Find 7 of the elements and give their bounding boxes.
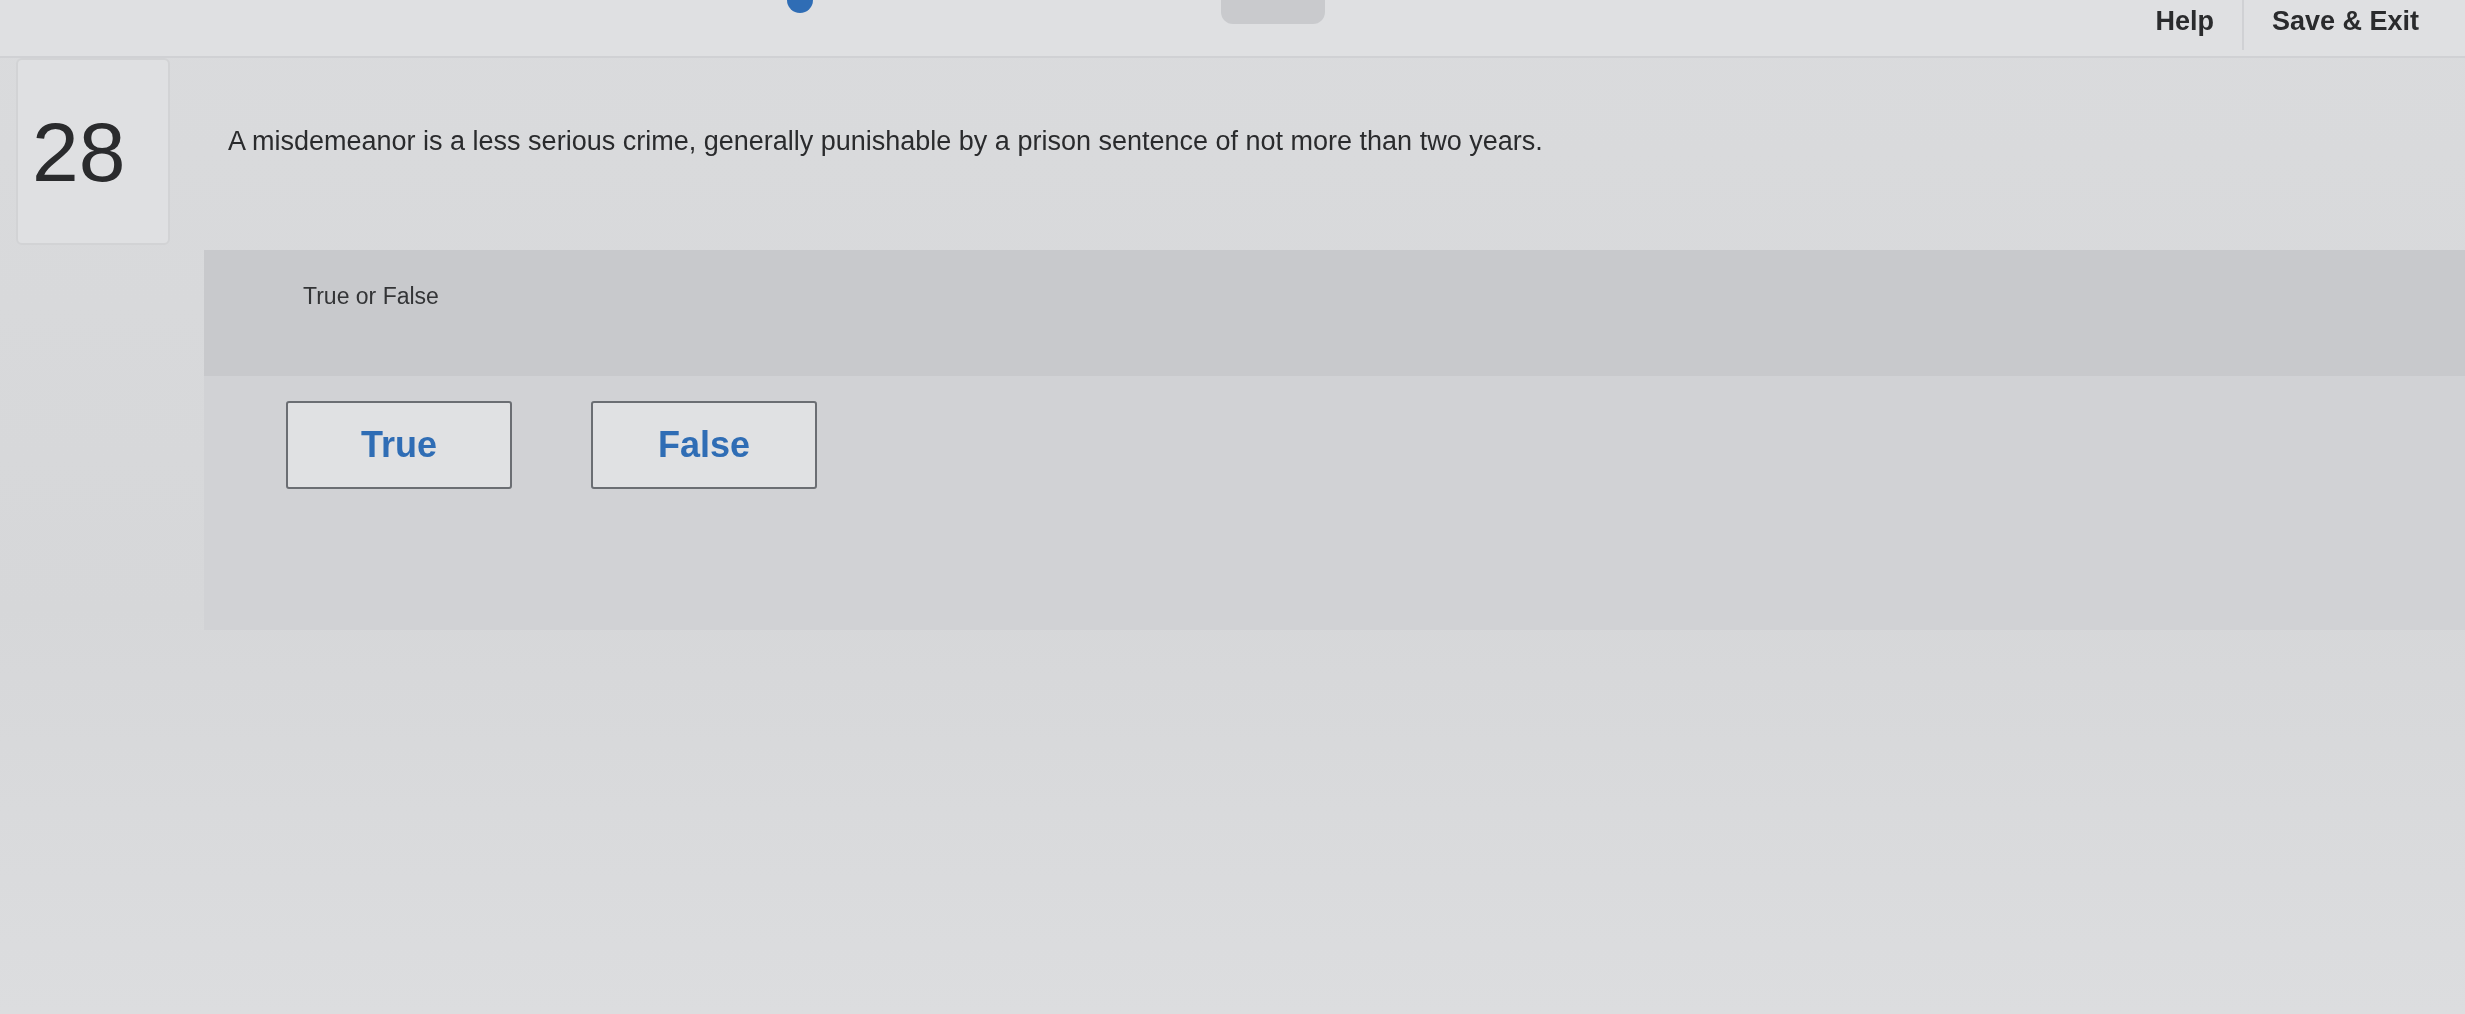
answer-button[interactable]: False [591, 401, 817, 489]
question-text: A misdemeanor is a less serious crime, generally punishable by a prison sentence of not more than two years. [228, 125, 1543, 158]
question-type-label: True or False [303, 282, 439, 311]
save-exit-link[interactable]: Save & Exit [2243, 0, 2447, 38]
question-number: 28 [16, 58, 170, 245]
help-link[interactable]: Help [2127, 0, 2242, 38]
answer-button[interactable]: True [286, 401, 512, 489]
